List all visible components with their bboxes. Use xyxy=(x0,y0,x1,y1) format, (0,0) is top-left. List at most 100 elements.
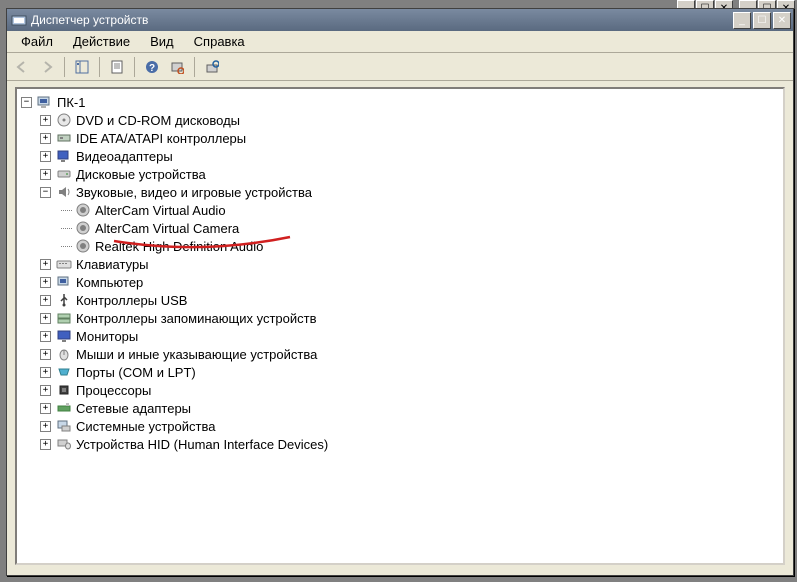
storage-controller-icon xyxy=(56,310,72,326)
node-label: Сетевые адаптеры xyxy=(76,401,191,416)
back-button[interactable] xyxy=(11,56,33,78)
tree-node-ports[interactable]: + Порты (COM и LPT) xyxy=(40,363,779,381)
node-label: Видеоадаптеры xyxy=(76,149,173,164)
toolbar-separator xyxy=(134,57,135,77)
svg-text:?: ? xyxy=(149,63,155,74)
node-label: Системные устройства xyxy=(76,419,215,434)
expand-icon[interactable]: + xyxy=(40,313,51,324)
disc-drive-icon xyxy=(56,112,72,128)
tree-node-video[interactable]: + Видеоадаптеры xyxy=(40,147,779,165)
display-adapter-icon xyxy=(56,148,72,164)
expand-icon[interactable]: + xyxy=(40,385,51,396)
expand-icon[interactable]: + xyxy=(40,277,51,288)
menu-view[interactable]: Вид xyxy=(140,31,184,52)
expand-icon[interactable]: + xyxy=(40,295,51,306)
expand-icon[interactable]: + xyxy=(40,367,51,378)
node-label: Клавиатуры xyxy=(76,257,149,272)
expand-icon[interactable]: + xyxy=(40,259,51,270)
tree-leaf-icon xyxy=(59,205,70,216)
node-label: ПК-1 xyxy=(57,95,85,110)
tree-node-realtek-audio[interactable]: Realtek High Definition Audio xyxy=(59,237,779,255)
tree-node-monitors[interactable]: + Мониторы xyxy=(40,327,779,345)
minimize-button[interactable]: _ xyxy=(733,12,751,29)
tree-node-computer[interactable]: + Компьютер xyxy=(40,273,779,291)
node-label: DVD и CD-ROM дисководы xyxy=(76,113,240,128)
sound-icon xyxy=(56,184,72,200)
titlebar[interactable]: Диспетчер устройств _ ☐ ✕ xyxy=(7,9,793,31)
audio-device-icon xyxy=(75,202,91,218)
node-label: Мониторы xyxy=(76,329,138,344)
tree-node-ide[interactable]: + IDE ATA/ATAPI контроллеры xyxy=(40,129,779,147)
expand-icon[interactable]: + xyxy=(40,349,51,360)
keyboard-icon xyxy=(56,256,72,272)
menu-action[interactable]: Действие xyxy=(63,31,140,52)
audio-device-icon xyxy=(75,238,91,254)
toolbar-separator xyxy=(194,57,195,77)
tree-node-system[interactable]: + Системные устройства xyxy=(40,417,779,435)
node-label: Дисковые устройства xyxy=(76,167,206,182)
expand-icon[interactable]: + xyxy=(40,151,51,162)
toolbar-separator xyxy=(99,57,100,77)
tree-node-hid[interactable]: + Устройства HID (Human Interface Device… xyxy=(40,435,779,453)
properties-button[interactable] xyxy=(106,56,128,78)
maximize-button[interactable]: ☐ xyxy=(753,12,771,29)
tree-node-keyboard[interactable]: + Клавиатуры xyxy=(40,255,779,273)
tree-node-usb[interactable]: + Контроллеры USB xyxy=(40,291,779,309)
toolbar: ? xyxy=(7,53,793,81)
usb-icon xyxy=(56,292,72,308)
update-driver-button[interactable] xyxy=(201,56,223,78)
hid-icon xyxy=(56,436,72,452)
node-label: Контроллеры запоминающих устройств xyxy=(76,311,316,326)
menu-file[interactable]: Файл xyxy=(11,31,63,52)
tree-node-storage-controllers[interactable]: + Контроллеры запоминающих устройств xyxy=(40,309,779,327)
monitor-icon xyxy=(56,328,72,344)
scan-hardware-button[interactable] xyxy=(166,56,188,78)
forward-button[interactable] xyxy=(36,56,58,78)
tree-node-cpu[interactable]: + Процессоры xyxy=(40,381,779,399)
tree-node-altercam-camera[interactable]: AlterCam Virtual Camera xyxy=(59,219,779,237)
menu-help[interactable]: Справка xyxy=(184,31,255,52)
tree-node-mouse[interactable]: + Мыши и иные указывающие устройства xyxy=(40,345,779,363)
tree-node-network[interactable]: + Сетевые адаптеры xyxy=(40,399,779,417)
close-button[interactable]: ✕ xyxy=(773,12,791,29)
node-label: Мыши и иные указывающие устройства xyxy=(76,347,317,362)
tree-node-disk[interactable]: + Дисковые устройства xyxy=(40,165,779,183)
window-title: Диспетчер устройств xyxy=(31,13,733,27)
node-label: Процессоры xyxy=(76,383,151,398)
toolbar-separator xyxy=(64,57,65,77)
node-label: Контроллеры USB xyxy=(76,293,187,308)
expand-icon[interactable]: + xyxy=(40,421,51,432)
tree-node-sound[interactable]: − Звуковые, видео и игровые устройства xyxy=(40,183,779,201)
tree-root-node[interactable]: − ПК-1 xyxy=(21,93,779,111)
node-label: Порты (COM и LPT) xyxy=(76,365,196,380)
node-label: Компьютер xyxy=(76,275,143,290)
expand-icon[interactable]: + xyxy=(40,439,51,450)
ports-icon xyxy=(56,364,72,380)
show-hide-tree-button[interactable] xyxy=(71,56,93,78)
disk-drive-icon xyxy=(56,166,72,182)
network-adapter-icon xyxy=(56,400,72,416)
device-manager-window: Диспетчер устройств _ ☐ ✕ Файл Действие … xyxy=(6,8,794,576)
expand-icon[interactable]: + xyxy=(40,115,51,126)
tree-leaf-icon xyxy=(59,223,70,234)
system-devices-icon xyxy=(56,418,72,434)
expand-icon[interactable]: + xyxy=(40,403,51,414)
collapse-icon[interactable]: − xyxy=(21,97,32,108)
ide-controller-icon xyxy=(56,130,72,146)
menubar: Файл Действие Вид Справка xyxy=(7,31,793,53)
help-button[interactable]: ? xyxy=(141,56,163,78)
tree-node-altercam-audio[interactable]: AlterCam Virtual Audio xyxy=(59,201,779,219)
expand-icon[interactable]: + xyxy=(40,331,51,342)
mouse-icon xyxy=(56,346,72,362)
expand-icon[interactable]: + xyxy=(40,133,51,144)
node-label: AlterCam Virtual Audio xyxy=(95,203,226,218)
collapse-icon[interactable]: − xyxy=(40,187,51,198)
computer-icon xyxy=(37,94,53,110)
node-label: Realtek High Definition Audio xyxy=(95,239,263,254)
tree-node-dvd[interactable]: + DVD и CD-ROM дисководы xyxy=(40,111,779,129)
device-tree-panel[interactable]: − ПК-1 + DVD и CD-ROM дисководы + xyxy=(15,87,785,565)
expand-icon[interactable]: + xyxy=(40,169,51,180)
node-label: IDE ATA/ATAPI контроллеры xyxy=(76,131,246,146)
audio-device-icon xyxy=(75,220,91,236)
node-label: Звуковые, видео и игровые устройства xyxy=(76,185,312,200)
